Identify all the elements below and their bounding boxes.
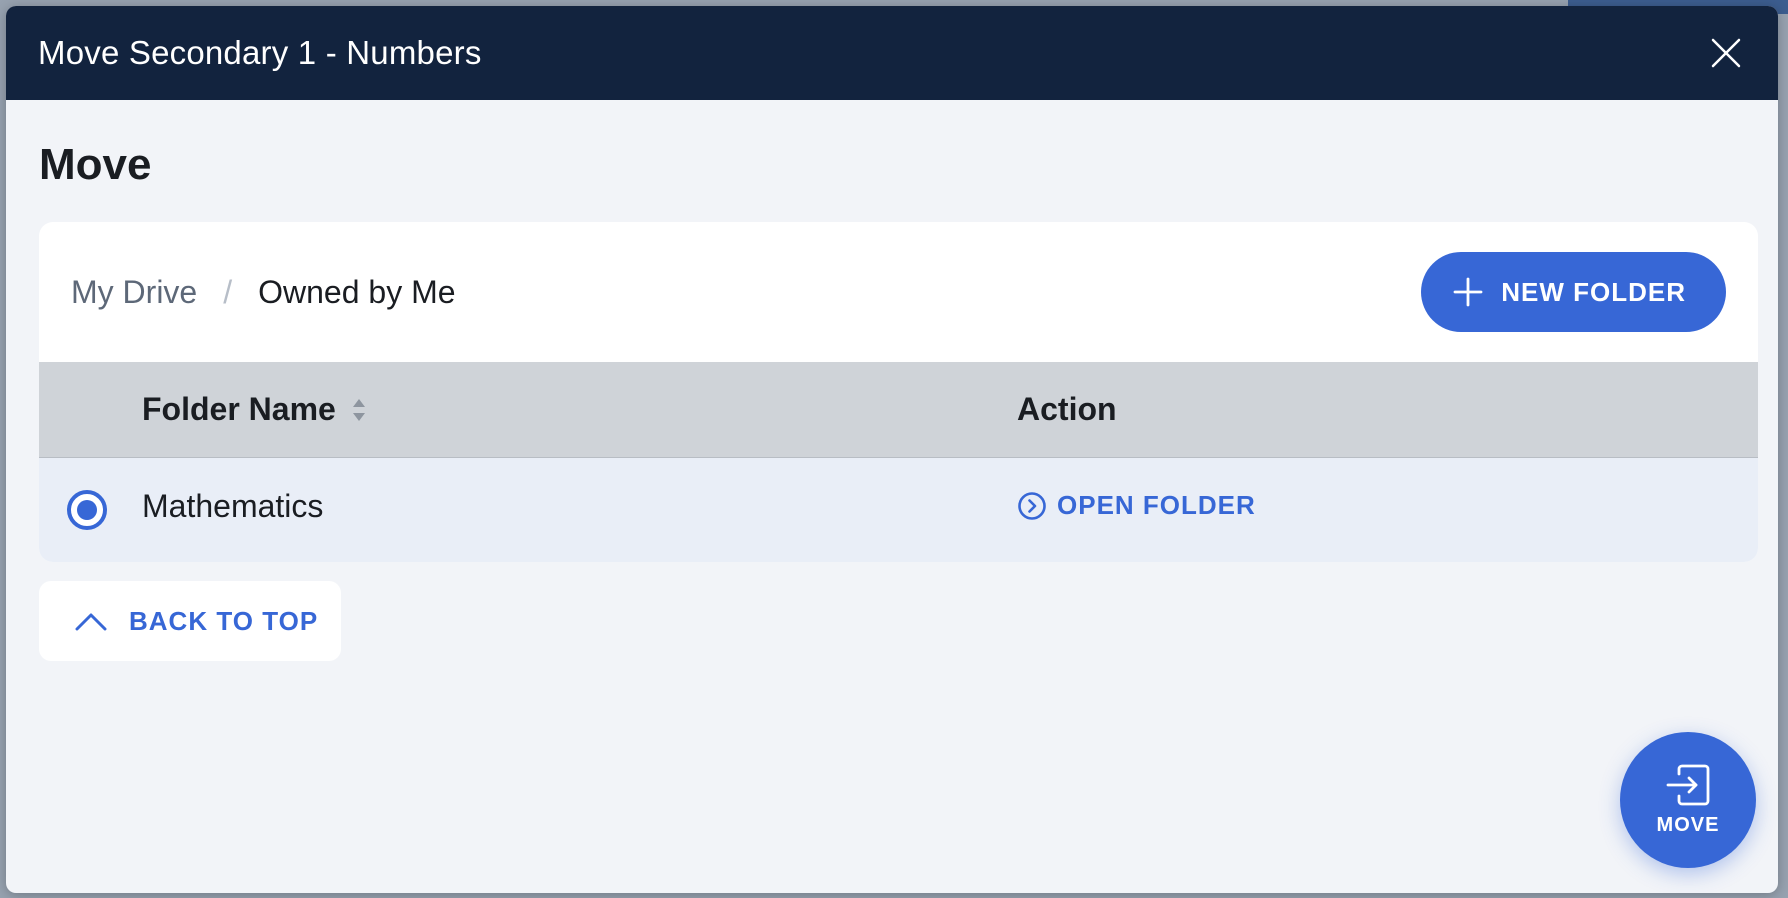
plus-icon [1453, 277, 1483, 307]
breadcrumb-current: Owned by Me [258, 273, 456, 310]
table-header: Folder Name Action [39, 362, 1758, 458]
chevron-right-circle-icon [1018, 491, 1046, 520]
move-dialog: Move Secondary 1 - Numbers Move My Drive… [6, 6, 1778, 893]
sort-icon [352, 398, 365, 421]
dialog-header: Move Secondary 1 - Numbers [6, 6, 1778, 100]
folder-browser-card: My Drive / Owned by Me NEW FOLDER Folder… [39, 222, 1758, 562]
column-header-folder-name[interactable]: Folder Name [142, 391, 366, 428]
section-heading: Move [39, 140, 152, 189]
close-icon [1711, 38, 1741, 68]
move-label: MOVE [1656, 813, 1720, 836]
new-folder-label: NEW FOLDER [1501, 276, 1686, 307]
row-select-radio[interactable] [67, 490, 107, 530]
radio-selected-dot [77, 500, 97, 520]
back-to-top-button[interactable]: BACK TO TOP [39, 581, 341, 661]
column-header-folder-name-label: Folder Name [142, 391, 336, 427]
close-button[interactable] [1706, 33, 1746, 73]
dialog-title: Move Secondary 1 - Numbers [38, 34, 482, 71]
move-button[interactable]: MOVE [1620, 732, 1756, 868]
chevron-up-icon [75, 613, 107, 631]
move-into-icon [1666, 764, 1710, 805]
table-row[interactable]: Mathematics OPEN FOLDER [39, 458, 1758, 562]
new-folder-button[interactable]: NEW FOLDER [1421, 252, 1726, 332]
column-header-action: Action [1017, 391, 1117, 427]
back-to-top-label: BACK TO TOP [129, 605, 319, 636]
breadcrumb-separator: / [223, 273, 233, 310]
open-folder-label: OPEN FOLDER [1057, 490, 1256, 520]
folder-name: Mathematics [142, 488, 324, 524]
breadcrumb: My Drive / Owned by Me [71, 274, 456, 311]
open-folder-button[interactable]: OPEN FOLDER [1017, 490, 1256, 521]
breadcrumb-my-drive[interactable]: My Drive [71, 274, 197, 311]
card-toolbar: My Drive / Owned by Me NEW FOLDER [39, 222, 1758, 362]
